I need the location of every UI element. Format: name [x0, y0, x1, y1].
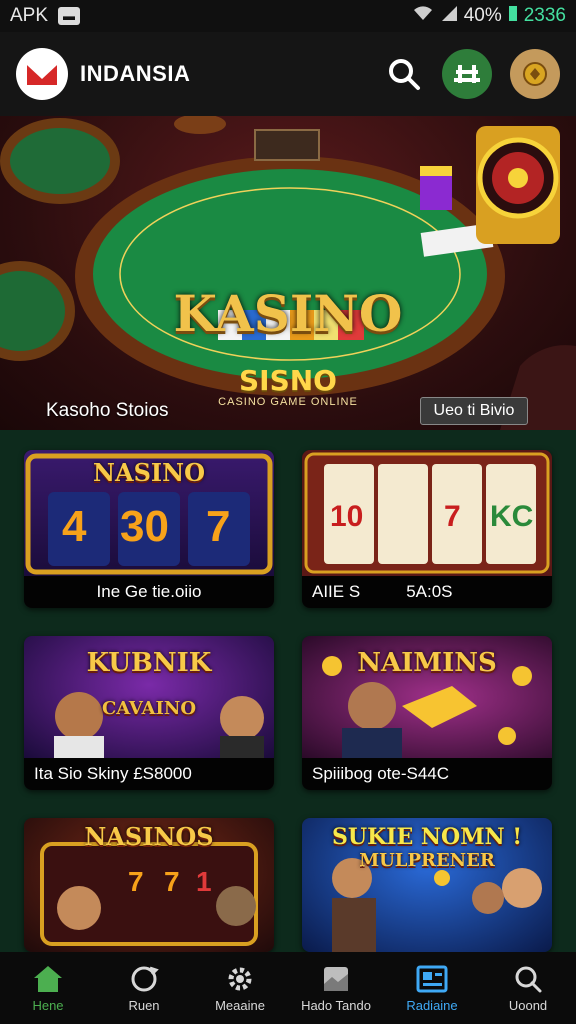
gear-icon	[228, 967, 252, 990]
game-subtitle: CAVAINO	[101, 698, 197, 719]
game-title: SUKIE NOMN !	[332, 824, 522, 850]
game-art: NAIMINS	[302, 636, 552, 758]
refresh-icon	[131, 966, 159, 991]
nav-label: Hado Tando	[301, 997, 371, 1013]
bottom-navigation: Hene Ruen Meaaine Hado Tando Radiaine Uo…	[0, 952, 576, 1024]
game-art: NASINO 4 30 7	[24, 450, 274, 576]
notification-icon: ▬	[58, 7, 81, 25]
card-icon	[324, 966, 348, 991]
game-caption: Spiiibog ote-S44C	[302, 758, 552, 790]
hero-caption: Kasoho Stoios	[46, 400, 169, 421]
game-art: NASINOS 7 7 1	[24, 818, 274, 952]
game-meta: AIIE S	[312, 582, 361, 601]
battery-percent: 40%	[463, 5, 502, 26]
nav-cards[interactable]: Hado Tando	[288, 952, 384, 1024]
game-title: NASINO	[93, 458, 205, 487]
search-button[interactable]	[384, 54, 424, 94]
game-card[interactable]: SUKIE NOMN ! MULPRENER	[302, 818, 552, 952]
nav-label: Uoond	[508, 997, 548, 1013]
search-icon	[389, 59, 420, 90]
game-card[interactable]: KUBNIK CAVAINO Ita Sio Skiny £S8000	[24, 636, 274, 790]
hero-subtitle: SISNO	[239, 364, 337, 397]
game-subtitle: MULPRENER	[359, 850, 495, 871]
game-card[interactable]: 10 7 KC AIIE S 5A:0S	[302, 450, 552, 608]
reel-symbol: 30	[120, 502, 169, 551]
hero-banner[interactable]: KASINO SISNO CASINO GAME ONLINE	[0, 116, 576, 430]
game-caption: Ine Ge tie.oiio	[24, 576, 274, 608]
coin-icon	[523, 62, 547, 86]
game-card[interactable]: NASINOS 7 7 1	[24, 818, 274, 952]
reel-symbol: 1	[196, 866, 212, 897]
reel-symbol: 7	[164, 866, 180, 897]
game-card[interactable]: NAIMINS Spiiibog ote-S44C	[302, 636, 552, 790]
game-caption: Ita Sio Skiny £S8000	[24, 758, 274, 790]
reel-symbol: 7	[206, 502, 231, 551]
profile-button[interactable]	[510, 49, 560, 99]
game-meta-right: 5A:0S	[406, 582, 453, 601]
nav-label: Radiaine	[406, 997, 458, 1013]
game-title: KUBNIK	[86, 648, 212, 678]
game-title: NAIMINS	[357, 648, 497, 678]
reel-symbol: 7	[444, 500, 461, 533]
nav-home[interactable]: Hene	[0, 952, 96, 1024]
app-title: INDANSIA	[80, 61, 191, 86]
game-card[interactable]: NASINO 4 30 7 Ine Ge tie.oiio	[24, 450, 274, 608]
app-header: INDANSIA	[0, 32, 576, 116]
home-icon	[34, 965, 62, 992]
nav-run[interactable]: Ruen	[96, 952, 192, 1024]
game-meta: Spiiibog ote-S44C	[312, 764, 450, 783]
wifi-icon	[412, 4, 434, 28]
game-art: SUKIE NOMN ! MULPRENER	[302, 818, 552, 952]
signal-icon	[440, 4, 458, 28]
nav-label: Meaaine	[215, 997, 265, 1013]
carrier-label: APK	[10, 5, 49, 26]
reel-symbol: KC	[490, 500, 534, 533]
game-caption: AIIE S 5A:0S	[302, 576, 552, 608]
grid-icon	[454, 65, 480, 83]
nav-search[interactable]: Uoond	[480, 952, 576, 1024]
reel-symbol: 4	[62, 502, 87, 551]
nav-label: Hene	[32, 997, 64, 1013]
game-art: 10 7 KC	[302, 450, 552, 576]
nav-settings[interactable]: Meaaine	[192, 952, 288, 1024]
reel-symbol: 7	[128, 866, 144, 897]
search-icon	[515, 966, 542, 992]
reel-symbol: 10	[330, 500, 364, 533]
status-bar: APK ▬ 40% 2336	[0, 0, 576, 32]
game-meta: Ita Sio Skiny £S8000	[34, 764, 192, 783]
game-art: KUBNIK CAVAINO	[24, 636, 274, 758]
nav-label: Ruen	[128, 997, 160, 1013]
app-logo[interactable]	[16, 48, 68, 100]
game-meta: Ine Ge tie.oiio	[96, 582, 202, 601]
hero-title: KASINO	[173, 284, 403, 343]
nav-news[interactable]: Radiaine	[384, 952, 480, 1024]
menu-button[interactable]	[442, 49, 492, 99]
battery-icon	[508, 4, 518, 28]
clock: 2336	[523, 5, 566, 26]
news-icon	[416, 965, 448, 992]
logo-icon	[25, 61, 59, 85]
game-title: NASINOS	[84, 822, 214, 851]
hero-cta-button[interactable]: Ueo ti Bivio	[420, 397, 528, 425]
